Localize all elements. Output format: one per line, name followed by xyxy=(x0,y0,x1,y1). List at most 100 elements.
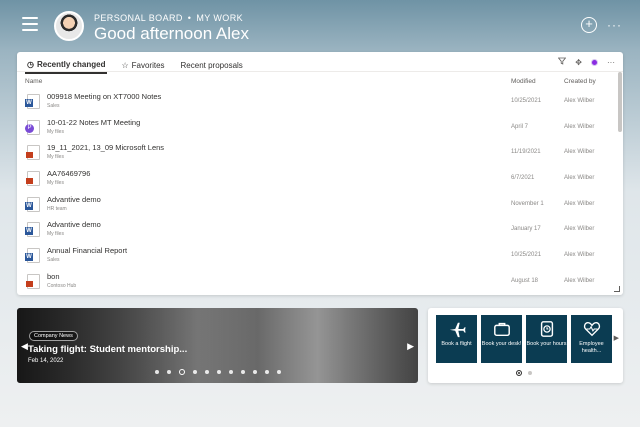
hamburger-menu-icon[interactable] xyxy=(22,17,38,31)
file-modified: August 18 xyxy=(511,277,539,284)
file-modified: 10/25/2021 xyxy=(511,252,542,259)
move-icon[interactable]: ✥ xyxy=(575,58,582,67)
news-category-badge: Company News xyxy=(29,331,78,341)
breadcrumb-my-work[interactable]: MY WORK xyxy=(196,13,243,23)
file-modified: November 1 xyxy=(511,200,544,207)
file-name[interactable]: 19_11_2021, 13_09 Microsoft Lens xyxy=(47,143,164,152)
file-list: W 009918 Meeting on XT7000 Notes Sales 1… xyxy=(17,89,617,295)
carousel-dot[interactable] xyxy=(264,370,269,374)
filter-icon[interactable] xyxy=(557,57,567,67)
file-location: My files xyxy=(47,180,64,187)
file-row[interactable]: bon Contoso Hub August 18 Alex Wilber xyxy=(17,269,617,295)
carousel-dots xyxy=(17,369,418,375)
quick-links-card: Book a flight Book your desk! Book your … xyxy=(428,308,623,383)
file-location: Sales xyxy=(47,103,60,109)
tab-label: Recent proposals xyxy=(180,60,243,70)
airplane-icon xyxy=(449,322,466,338)
file-name[interactable]: 10-01-22 Notes MT Meeting xyxy=(47,118,140,127)
carousel-dot[interactable] xyxy=(276,370,281,374)
greeting-title: Good afternoon Alex xyxy=(94,24,250,43)
next-arrow-icon[interactable]: ▶ xyxy=(614,334,619,342)
file-location: My files xyxy=(47,154,64,161)
column-header-modified[interactable]: Modified xyxy=(511,78,536,85)
image-file-icon xyxy=(26,273,40,289)
news-title[interactable]: Taking flight: Student mentorship... xyxy=(28,344,187,355)
breadcrumb: PERSONAL BOARD • MY WORK xyxy=(94,13,243,23)
carousel-dot[interactable] xyxy=(252,370,257,374)
file-name[interactable]: Advantive demo xyxy=(47,195,101,204)
file-row[interactable]: W Advantive demo HR team November 1 Alex… xyxy=(17,192,617,218)
file-row[interactable]: P 10-01-22 Notes MT Meeting My files Apr… xyxy=(17,115,617,141)
quick-link-book-flight[interactable]: Book a flight xyxy=(436,315,477,363)
scrollbar[interactable] xyxy=(618,72,622,132)
carousel-dot[interactable] xyxy=(216,370,221,374)
file-created-by: Alex Wilber xyxy=(564,123,595,130)
tab-label: Recently changed xyxy=(36,59,106,69)
file-row[interactable]: W Annual Financial Report Sales 10/25/20… xyxy=(17,243,617,269)
word-file-icon: W xyxy=(25,94,40,109)
carousel-dot[interactable] xyxy=(192,370,197,374)
quick-link-book-desk[interactable]: Book your desk! xyxy=(481,315,522,363)
file-name[interactable]: AA76469796 xyxy=(47,169,90,178)
column-header-created-by[interactable]: Created by xyxy=(564,78,596,85)
resize-handle-icon[interactable] xyxy=(614,286,620,292)
carousel-dot[interactable] xyxy=(166,370,171,374)
word-file-icon: W xyxy=(25,248,40,264)
file-created-by: Alex Wilber xyxy=(564,277,595,284)
add-button[interactable]: + xyxy=(581,17,597,33)
clock-icon: ◷ xyxy=(27,59,34,69)
quick-links-pager xyxy=(516,370,532,376)
top-bar: PERSONAL BOARD • MY WORK Good afternoon Al… xyxy=(0,0,640,52)
more-options-icon[interactable]: ··· xyxy=(607,58,615,67)
file-created-by: Alex Wilber xyxy=(564,149,595,156)
file-modified: April 7 xyxy=(511,123,529,130)
breadcrumb-separator: • xyxy=(187,13,192,23)
file-name[interactable]: Annual Financial Report xyxy=(47,246,127,255)
column-header-name[interactable]: Name xyxy=(25,78,42,85)
file-created-by: Alex Wilber xyxy=(564,175,595,182)
carousel-dot[interactable] xyxy=(178,369,185,375)
file-row[interactable]: AA76469796 My files 6/7/2021 Alex Wilber xyxy=(17,166,617,192)
avatar[interactable] xyxy=(54,11,84,41)
carousel-dot[interactable] xyxy=(154,370,159,374)
file-row[interactable]: W Advantive demo My files January 17 Ale… xyxy=(17,217,617,243)
pager-dot[interactable] xyxy=(528,371,532,375)
quick-link-employee-health[interactable]: Employee health... xyxy=(571,315,612,363)
tile-label: Book your hours xyxy=(526,341,567,347)
clock-tile-icon xyxy=(540,321,553,337)
tile-label: Employee health... xyxy=(579,341,604,354)
tile-label: Book a flight xyxy=(441,341,472,347)
carousel-dot[interactable] xyxy=(240,370,245,374)
loop-app-icon[interactable] xyxy=(591,58,598,66)
file-location: Contoso Hub xyxy=(47,282,77,289)
news-carousel[interactable]: Company News Taking flight: Student ment… xyxy=(17,308,418,383)
file-name[interactable]: Advantive demo xyxy=(47,220,101,229)
previous-arrow-icon[interactable]: ◀ xyxy=(21,341,28,352)
pager-dot[interactable] xyxy=(516,370,522,376)
file-created-by: Alex Wilber xyxy=(564,252,595,259)
carousel-dot[interactable] xyxy=(228,370,233,374)
file-name[interactable]: bon xyxy=(47,272,60,281)
star-icon: ☆ xyxy=(121,60,129,70)
quick-link-book-hours[interactable]: Book your hours xyxy=(526,315,567,363)
file-created-by: Alex Wilber xyxy=(564,200,595,207)
file-location: Sales xyxy=(47,257,60,264)
tab-label: Favorites xyxy=(131,60,165,70)
carousel-dot[interactable] xyxy=(204,370,209,374)
divider xyxy=(17,71,623,72)
file-row[interactable]: W 009918 Meeting on XT7000 Notes Sales 1… xyxy=(17,89,617,115)
file-created-by: Alex Wilber xyxy=(564,98,595,104)
image-file-icon xyxy=(26,171,40,187)
breadcrumb-personal-board[interactable]: PERSONAL BOARD xyxy=(94,13,183,23)
file-created-by: Alex Wilber xyxy=(564,226,595,233)
recent-files-card: ◷ Recently changed ☆ Favorites Recent pr… xyxy=(17,52,623,295)
file-name[interactable]: 009918 Meeting on XT7000 Notes xyxy=(47,92,161,101)
file-row[interactable]: 19_11_2021, 13_09 Microsoft Lens My file… xyxy=(17,140,617,166)
file-modified: 10/25/2021 xyxy=(511,98,542,104)
file-location: My files xyxy=(47,128,64,135)
news-date: Feb 14, 2022 xyxy=(28,358,64,364)
next-arrow-icon[interactable]: ▶ xyxy=(407,341,414,352)
file-location: HR team xyxy=(47,205,67,212)
more-options-icon[interactable]: ··· xyxy=(607,18,622,32)
briefcase-icon xyxy=(493,322,510,337)
